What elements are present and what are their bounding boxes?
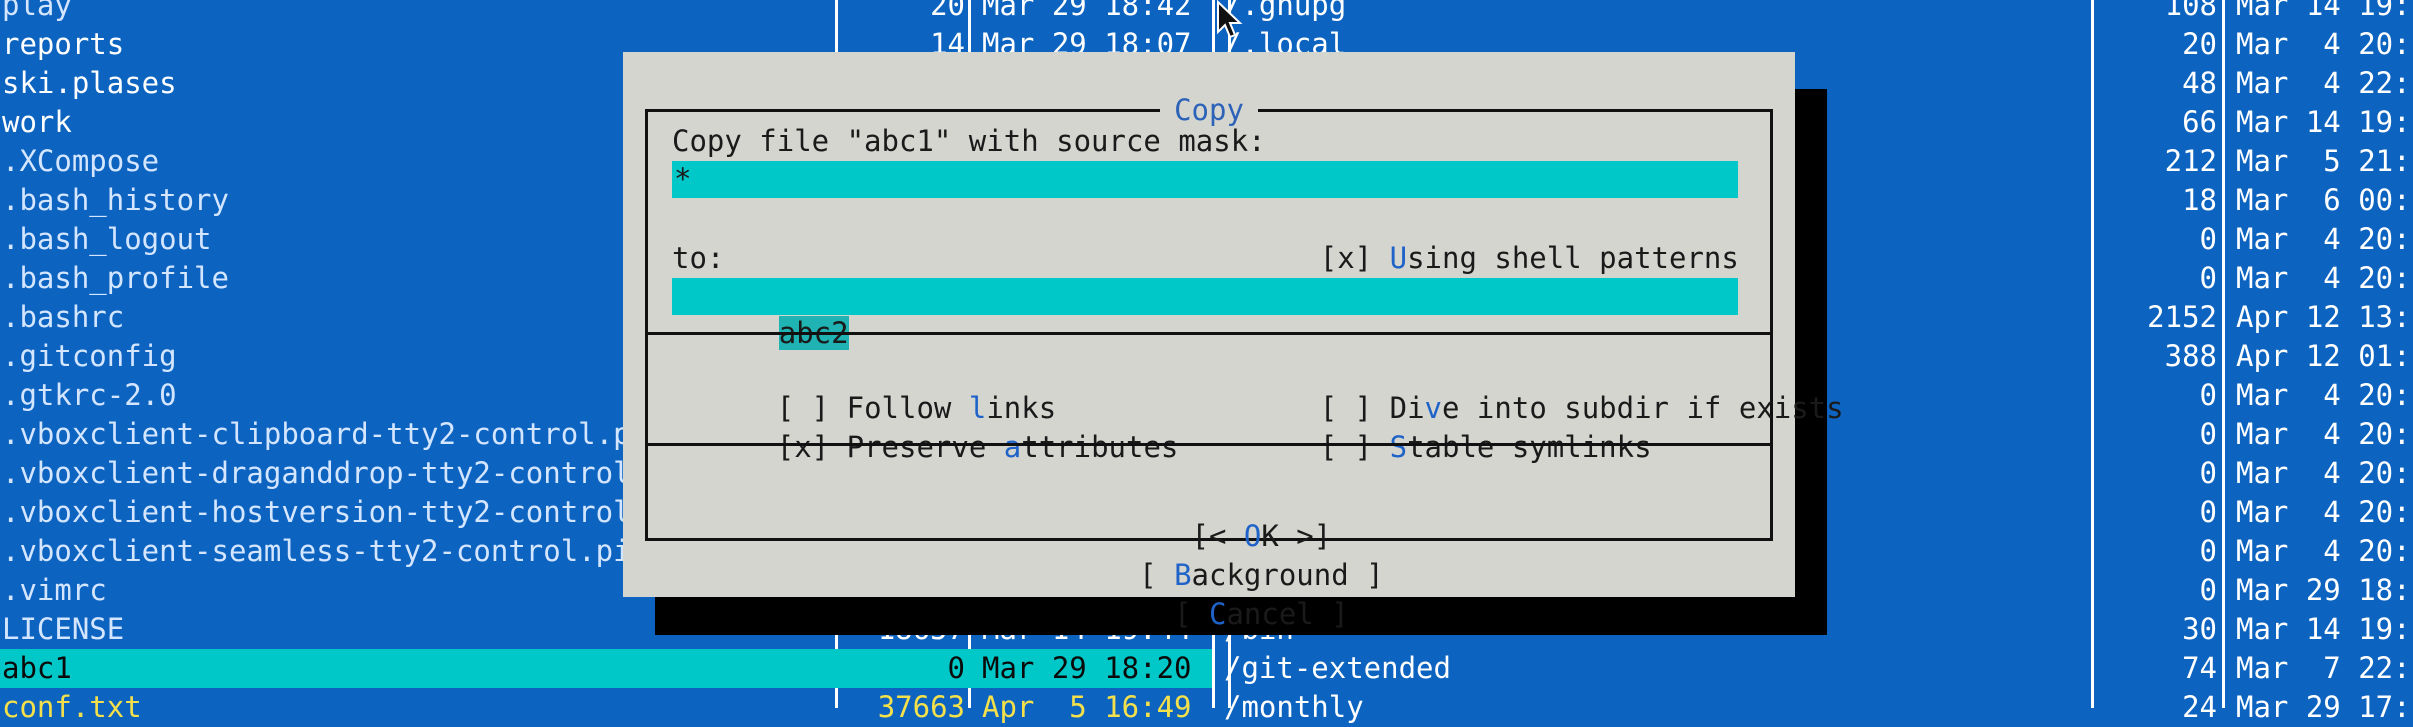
preserve-attributes-checkbox[interactable]: [x] Preserve attributes <box>672 389 1179 464</box>
label-part: sing shell patterns <box>1407 241 1739 275</box>
button-part: K >] <box>1261 519 1332 553</box>
file-date: Mar 4 22: <box>2236 66 2411 100</box>
file-size: 0 <box>2199 378 2217 412</box>
file-size: 18 <box>2182 183 2217 217</box>
destination-label: to: <box>672 241 725 275</box>
source-mask-label: Copy file "abc1" with source mask: <box>672 124 1266 158</box>
checkbox-mark: [ ] <box>1319 430 1373 464</box>
file-date: Mar 4 20: <box>2236 495 2411 529</box>
file-date: Mar 4 20: <box>2236 534 2411 568</box>
label-part <box>1372 241 1389 275</box>
file-size: 0 <box>2199 573 2217 607</box>
copy-dialog: Copy Copy file "abc1" with source mask: … <box>623 52 1844 631</box>
file-size: 108 <box>2164 0 2217 22</box>
file-size: 48 <box>2182 66 2217 100</box>
hotkey-letter: U <box>1389 241 1408 275</box>
destination-input[interactable]: abc2 <box>672 278 1738 350</box>
separator <box>648 332 1770 335</box>
file-size: 0 <box>2199 456 2217 490</box>
mouse-pointer-icon <box>1217 0 1243 39</box>
file-date: Mar 7 22: <box>2236 651 2411 685</box>
file-size: 388 <box>2164 339 2217 373</box>
ok-button[interactable]: [< OK >] <box>1192 519 1332 553</box>
file-row[interactable]: /.gnupg 108 Mar 14 19: <box>1212 0 2413 25</box>
file-date: Mar 6 00: <box>2236 183 2411 217</box>
file-date: Mar 4 20: <box>2236 27 2411 61</box>
file-size: 0 <box>2199 261 2217 295</box>
file-date: Apr 12 01: <box>2236 339 2411 373</box>
file-size: 74 <box>2182 651 2217 685</box>
follow-links-checkbox[interactable]: [ ] Follow links <box>672 350 1056 425</box>
button-part: [ <box>1139 558 1175 592</box>
separator <box>648 443 1770 446</box>
file-size: 0 <box>947 651 965 685</box>
source-mask-input[interactable]: * <box>672 161 1738 198</box>
file-date: Mar 4 20: <box>2236 222 2411 256</box>
file-date: Mar 14 19: <box>2236 105 2411 139</box>
file-size: 0 <box>2199 417 2217 451</box>
hotkey-letter: a <box>1003 430 1022 464</box>
file-date: Mar 29 18:42 <box>982 0 1192 22</box>
file-size: 20 <box>930 0 965 22</box>
file-name: /.gnupg <box>1224 0 1347 22</box>
file-size: 20 <box>2182 27 2217 61</box>
file-date: Mar 14 19: <box>2236 612 2411 646</box>
button-part: ancel ] <box>1226 597 1349 631</box>
hotkey-letter: B <box>1174 558 1192 592</box>
file-size: 2152 <box>2147 300 2217 334</box>
file-size: 66 <box>2182 105 2217 139</box>
checkbox-mark: [x] <box>776 430 830 464</box>
file-date: Mar 4 20: <box>2236 417 2411 451</box>
dialog-buttons: [< OK >] [ Background ] [ Cancel ] <box>648 478 1770 631</box>
hotkey-letter: C <box>1209 597 1227 631</box>
shell-patterns-checkbox[interactable]: [x] Using shell patterns <box>1215 200 1739 275</box>
file-date: Mar 5 21: <box>2236 144 2411 178</box>
checkbox-mark: [x] <box>1319 241 1373 275</box>
dialog-frame: Copy Copy file "abc1" with source mask: … <box>645 93 1844 631</box>
file-row[interactable]: play 20 Mar 29 18:42 <box>0 0 1212 25</box>
file-size: 212 <box>2164 144 2217 178</box>
button-part: [< <box>1191 519 1244 553</box>
file-row[interactable]: abc1 0 Mar 29 18:20 <box>0 649 1212 688</box>
file-date: Mar 29 18: <box>2236 573 2411 607</box>
file-row[interactable]: /git-extended 74 Mar 7 22: <box>1212 649 2413 688</box>
label-part: table symlinks <box>1407 430 1652 464</box>
file-date: Mar 4 20: <box>2236 261 2411 295</box>
button-part: ackground ] <box>1191 558 1384 592</box>
file-date: Mar 4 20: <box>2236 456 2411 490</box>
hotkey-letter: O <box>1243 519 1262 553</box>
file-name: play <box>2 0 72 22</box>
file-date: Apr 12 13: <box>2236 300 2411 334</box>
stable-symlinks-checkbox[interactable]: [ ] Stable symlinks <box>1215 389 1652 464</box>
dive-subdir-checkbox[interactable]: [ ] Dive into subdir if exists <box>1215 350 1844 425</box>
file-name: /git-extended <box>1224 651 1451 685</box>
file-date: Mar 4 20: <box>2236 378 2411 412</box>
file-size: 0 <box>2199 534 2217 568</box>
file-name: abc1 <box>2 651 72 685</box>
button-part: [ <box>1174 597 1209 631</box>
label-part <box>1372 430 1389 464</box>
file-date: Mar 14 19: <box>2236 0 2411 22</box>
cancel-button[interactable]: [ Cancel ] <box>1174 597 1349 631</box>
file-size: 30 <box>2182 612 2217 646</box>
label-part: ttributes <box>1021 430 1179 464</box>
label-part: Preserve <box>829 430 1004 464</box>
hotkey-letter: S <box>1389 430 1408 464</box>
file-size: 0 <box>2199 495 2217 529</box>
background-button[interactable]: [ Background ] <box>1139 558 1383 592</box>
file-size: 0 <box>2199 222 2217 256</box>
